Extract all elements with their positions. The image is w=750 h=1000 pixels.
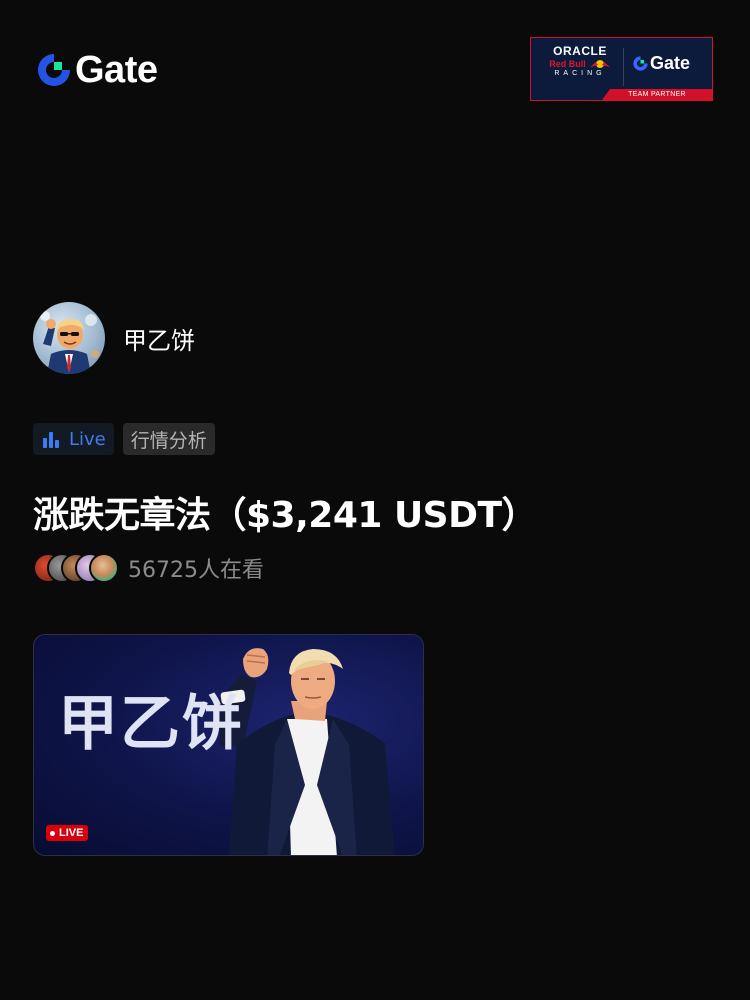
partner-gate-text: Gate bbox=[650, 53, 691, 73]
stream-thumbnail[interactable]: 甲乙饼 LIVE bbox=[33, 634, 424, 856]
host-avatar[interactable] bbox=[33, 302, 105, 374]
bar-chart-icon bbox=[43, 432, 59, 448]
category-tag[interactable]: 行情分析 bbox=[122, 423, 215, 455]
partner-oracle-text: ORACLE bbox=[553, 44, 607, 58]
stream-tags: Live 行情分析 bbox=[33, 423, 215, 455]
live-tag[interactable]: Live bbox=[33, 423, 114, 455]
viewer-avatar bbox=[89, 553, 119, 583]
host-info[interactable]: 甲乙饼 bbox=[33, 302, 195, 374]
thumbnail-title: 甲乙饼 bbox=[58, 689, 244, 759]
gate-logo-text: Gate bbox=[75, 49, 158, 91]
live-badge: LIVE bbox=[46, 825, 89, 841]
partner-redbull-row: Red Bull bbox=[541, 59, 619, 69]
live-dot-icon bbox=[50, 830, 55, 836]
partner-redbull-text: Red Bull bbox=[549, 59, 586, 69]
host-avatar-illustration bbox=[40, 311, 99, 374]
gate-logo-icon bbox=[38, 54, 70, 86]
partner-left: ORACLE Red Bull RACING bbox=[541, 44, 619, 77]
partner-divider bbox=[623, 48, 624, 86]
live-tag-label: Live bbox=[69, 428, 106, 450]
viewer-count: 56725人在看 bbox=[128, 558, 264, 583]
host-name: 甲乙饼 bbox=[123, 326, 195, 355]
partner-banner[interactable]: ORACLE Red Bull RACING Gate TEAM PARTNER bbox=[530, 37, 713, 101]
stream-title: 涨跌无章法（$3,241 USDT） bbox=[33, 495, 538, 536]
partner-gate-logo: Gate bbox=[632, 53, 690, 74]
category-tag-label: 行情分析 bbox=[130, 429, 207, 452]
viewer-summary: 56725人在看 bbox=[33, 552, 264, 584]
partner-gate-icon bbox=[633, 56, 648, 71]
page: Gate ORACLE Red Bull RACING Gate TEAM PA… bbox=[0, 0, 750, 1000]
live-badge-label: LIVE bbox=[59, 827, 84, 839]
gate-logo[interactable]: Gate bbox=[35, 49, 158, 91]
partner-band: TEAM PARTNER bbox=[602, 89, 712, 100]
partner-racing-text: RACING bbox=[554, 70, 606, 77]
viewer-avatar-stack bbox=[33, 553, 119, 583]
redbull-icon bbox=[589, 60, 610, 68]
